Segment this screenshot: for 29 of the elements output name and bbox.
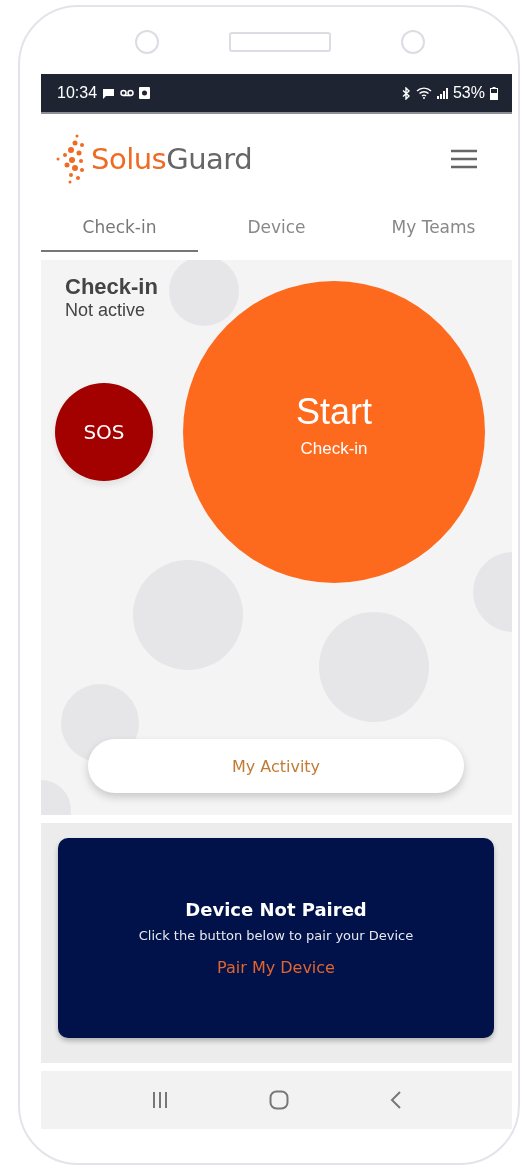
message-icon	[102, 87, 116, 99]
check-in-status: Not active	[65, 300, 147, 321]
my-activity-button[interactable]: My Activity	[88, 739, 464, 793]
tab[interactable]: Check-in	[41, 204, 198, 252]
voicemail-icon	[120, 89, 135, 97]
device-card-title: Device Not Paired	[185, 898, 367, 920]
tab[interactable]: Device	[198, 204, 355, 252]
wifi-icon	[415, 87, 432, 99]
battery-icon	[490, 86, 498, 100]
background-circle	[169, 260, 239, 326]
recent-apps-icon[interactable]	[151, 1091, 168, 1109]
app-logo-text: SolusGuard	[91, 142, 253, 176]
pair-device-link[interactable]: Pair My Device	[211, 956, 341, 978]
back-icon[interactable]	[389, 1091, 402, 1109]
menu-icon[interactable]	[450, 149, 478, 169]
signal-icon	[436, 87, 448, 99]
device-card-message: Click the button below to pair your Device	[138, 927, 414, 943]
battery-percent: 53%	[452, 84, 485, 102]
home-icon[interactable]	[268, 1090, 289, 1110]
check-in-title: Check-in	[65, 274, 159, 300]
notification-icon	[139, 87, 151, 99]
camera-icon	[134, 30, 159, 54]
bluetooth-icon	[400, 86, 411, 100]
sos-button[interactable]: SOS	[55, 383, 153, 481]
tab[interactable]: My Teams	[355, 204, 512, 252]
start-check-in-button[interactable]: Start Check-in	[183, 281, 485, 583]
status-time: 10:34	[57, 84, 98, 102]
sensor-icon	[400, 30, 425, 54]
speaker-icon	[228, 32, 331, 52]
